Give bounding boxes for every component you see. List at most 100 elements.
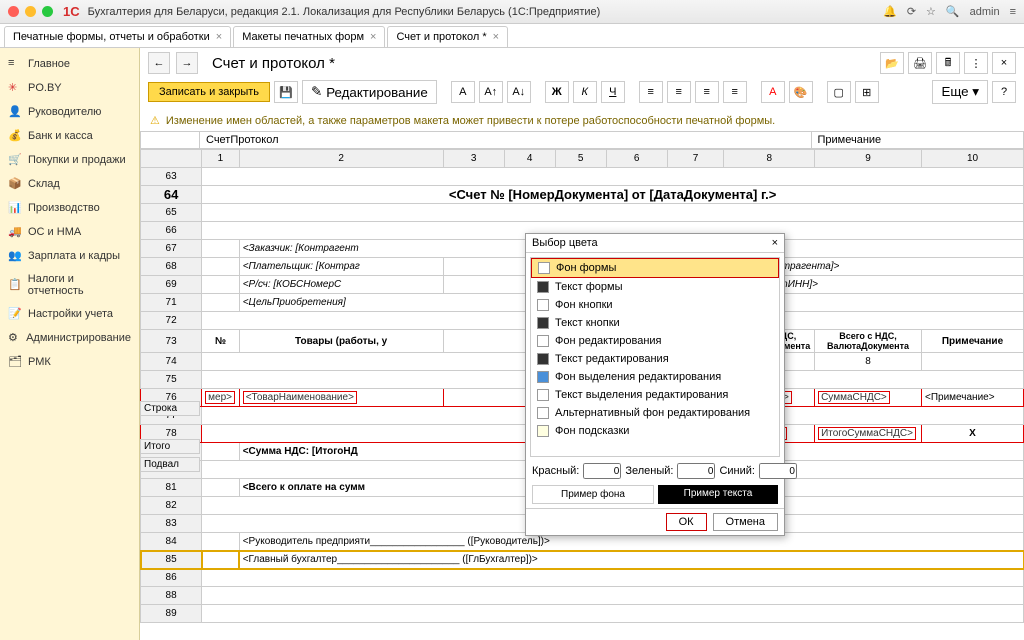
color-item-alt-edit-bg[interactable]: Альтернативный фон редактирования	[531, 404, 779, 422]
preview-text: Пример текста	[658, 485, 778, 504]
minimize-window-icon[interactable]	[25, 6, 36, 17]
color-item-edit-text[interactable]: Текст редактирования	[531, 350, 779, 368]
open-icon[interactable]: 📂	[880, 52, 904, 74]
cancel-button[interactable]: Отмена	[713, 513, 778, 531]
bold-icon[interactable]: Ж	[545, 81, 569, 103]
sidebar-item-production[interactable]: 📊Производство	[0, 196, 139, 220]
menu-icon[interactable]: ≡	[1010, 6, 1016, 18]
rgb-red-input[interactable]	[583, 463, 621, 479]
traffic-lights	[8, 6, 53, 17]
font-size-dec-icon[interactable]: A↓	[507, 81, 531, 103]
tab-layouts[interactable]: Макеты печатных форм×	[233, 26, 385, 47]
sheet-tab-invoice[interactable]: СчетПротокол	[200, 132, 812, 149]
sidebar-item-manager[interactable]: 👤Руководителю	[0, 100, 139, 124]
color-item-sel-bg[interactable]: Фон выделения редактирования	[531, 368, 779, 386]
merge-icon[interactable]: ⊞	[855, 81, 879, 103]
rgb-green-input[interactable]	[677, 463, 715, 479]
close-icon[interactable]: ×	[772, 237, 778, 249]
sidebar-item-buy[interactable]: 🛒Покупки и продажи	[0, 148, 139, 172]
doc-icon: 📝	[8, 307, 22, 321]
color-item-hint-bg[interactable]: Фон подсказки	[531, 422, 779, 440]
app-title: Бухгалтерия для Беларуси, редакция 2.1. …	[88, 6, 883, 18]
preview-bg: Пример фона	[532, 485, 654, 504]
font-name-icon[interactable]: A	[451, 81, 475, 103]
history-icon[interactable]: ⟳	[907, 5, 916, 18]
edit-mode-button[interactable]: ✎ Редактирование	[302, 80, 437, 104]
sidebar-item-rmk[interactable]: 🗂РМК	[0, 350, 139, 374]
align-right-icon[interactable]: ≡	[695, 81, 719, 103]
close-icon[interactable]: ×	[493, 31, 499, 43]
sidebar-item-tax[interactable]: 📋Налоги и отчетность	[0, 268, 139, 302]
warning-icon: ⚠	[150, 114, 160, 127]
gear-icon: ⚙	[8, 331, 20, 345]
truck-icon: 🚚	[8, 225, 22, 239]
color-item-form-text[interactable]: Текст формы	[531, 278, 779, 296]
star-icon: ✳	[8, 81, 22, 95]
close-page-icon[interactable]: ×	[992, 52, 1016, 74]
cart-icon: 🛒	[8, 153, 22, 167]
modal-title: Выбор цвета	[532, 237, 598, 249]
warning-row: ⚠ Изменение имен областей, а также парам…	[140, 110, 1024, 131]
person-icon: 👤	[8, 105, 22, 119]
underline-icon[interactable]: Ч	[601, 81, 625, 103]
sidebar-item-admin[interactable]: ⚙Администрирование	[0, 326, 139, 350]
sidebar-item-settings[interactable]: 📝Настройки учета	[0, 302, 139, 326]
star-icon[interactable]: ☆	[926, 5, 936, 18]
save-icon[interactable]: 💾	[274, 81, 298, 103]
tab-print-forms[interactable]: Печатные формы, отчеты и обработки×	[4, 26, 231, 47]
rgb-blue-input[interactable]	[759, 463, 797, 479]
sidebar-item-poby[interactable]: ✳PO.BY	[0, 76, 139, 100]
folder-icon: 🗂	[8, 355, 22, 369]
help-icon[interactable]: ?	[992, 81, 1016, 103]
box-icon: 📦	[8, 177, 22, 191]
font-size-inc-icon[interactable]: A↑	[479, 81, 503, 103]
tab-invoice[interactable]: Счет и протокол *×	[387, 26, 508, 47]
bg-color-icon[interactable]: 🎨	[789, 81, 813, 103]
sidebar-item-warehouse[interactable]: 📦Склад	[0, 172, 139, 196]
align-center-icon[interactable]: ≡	[667, 81, 691, 103]
toolbar: Записать и закрыть 💾 ✎ Редактирование A …	[140, 78, 1024, 110]
sidebar-item-main[interactable]: ≡Главное	[0, 52, 139, 76]
list-icon: 📋	[8, 278, 22, 292]
save-close-button[interactable]: Записать и закрыть	[148, 82, 270, 102]
close-icon[interactable]: ×	[370, 31, 376, 43]
row-section-total: Итого	[140, 439, 200, 454]
print-icon[interactable]: 🖨	[908, 52, 932, 74]
sheet-tab-note[interactable]: Примечание	[812, 132, 1024, 149]
align-justify-icon[interactable]: ≡	[723, 81, 747, 103]
maximize-window-icon[interactable]	[42, 6, 53, 17]
nav-back[interactable]: ←	[148, 52, 170, 74]
sidebar-item-salary[interactable]: 👥Зарплата и кадры	[0, 244, 139, 268]
logo-1c: 1C	[63, 4, 80, 19]
border-icon[interactable]: ▢	[827, 81, 851, 103]
font-color-icon[interactable]: A	[761, 81, 785, 103]
tabs-bar: Печатные формы, отчеты и обработки× Маке…	[0, 24, 1024, 48]
sidebar-item-assets[interactable]: 🚚ОС и НМА	[0, 220, 139, 244]
color-item-sel-text[interactable]: Текст выделения редактирования	[531, 386, 779, 404]
more-vert-icon[interactable]: ⋮	[964, 52, 988, 74]
ok-button[interactable]: ОК	[666, 513, 707, 531]
bell-icon[interactable]: 🔔	[883, 5, 897, 18]
sidebar-item-bank[interactable]: 💰Банк и касса	[0, 124, 139, 148]
color-item-btn-bg[interactable]: Фон кнопки	[531, 296, 779, 314]
align-left-icon[interactable]: ≡	[639, 81, 663, 103]
color-list[interactable]: Фон формы Текст формы Фон кнопки Текст к…	[530, 257, 780, 457]
user-label[interactable]: admin	[970, 6, 1000, 18]
people-icon: 👥	[8, 249, 22, 263]
close-window-icon[interactable]	[8, 6, 19, 17]
color-item-form-bg[interactable]: Фон формы	[531, 258, 779, 278]
close-icon[interactable]: ×	[216, 31, 222, 43]
row-section-footer: Подвал	[140, 457, 200, 472]
search-icon[interactable]: 🔍	[946, 5, 960, 18]
row-section-line: Строка	[140, 401, 200, 416]
sidebar: ≡Главное ✳PO.BY 👤Руководителю 💰Банк и ка…	[0, 48, 140, 640]
nav-forward[interactable]: →	[176, 52, 198, 74]
color-item-btn-text[interactable]: Текст кнопки	[531, 314, 779, 332]
warning-text: Изменение имен областей, а также парамет…	[166, 115, 775, 127]
more-button[interactable]: Еще ▾	[932, 80, 988, 104]
color-picker-modal: Выбор цвета × Фон формы Текст формы Фон …	[525, 233, 785, 536]
calc-icon[interactable]: 🖩	[936, 52, 960, 74]
menu-icon: ≡	[8, 57, 22, 71]
italic-icon[interactable]: К	[573, 81, 597, 103]
color-item-edit-bg[interactable]: Фон редактирования	[531, 332, 779, 350]
